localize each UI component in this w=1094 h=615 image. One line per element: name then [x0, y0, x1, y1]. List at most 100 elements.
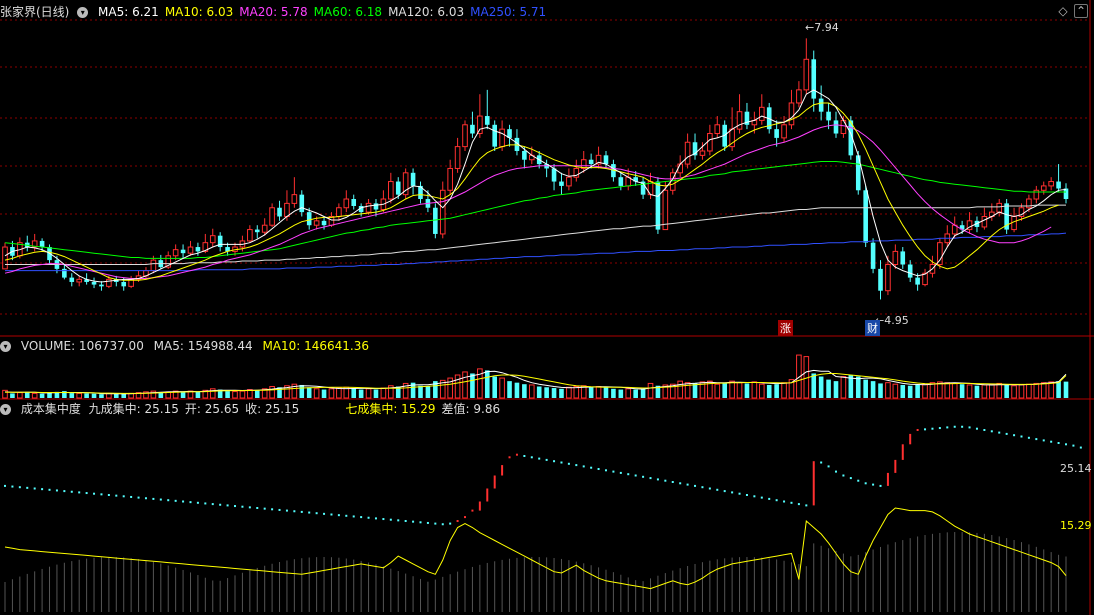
cost90-dot: [167, 499, 170, 502]
diamond-icon[interactable]: ◇: [1056, 4, 1070, 18]
cost90-dot: [152, 497, 155, 500]
ma-indicator-2: MA20: 5.78: [239, 5, 308, 19]
candle-body: [269, 207, 275, 226]
chevron-down-icon[interactable]: ▾: [0, 404, 11, 415]
collapse-button[interactable]: ⌃: [1074, 4, 1088, 18]
cost70-line: [4, 507, 1067, 590]
cost90-dot: [55, 489, 58, 492]
candle-body: [788, 102, 795, 126]
event-marker-zhang[interactable]: 涨: [778, 320, 793, 336]
cost90-dot: [938, 427, 941, 430]
cost90-dot: [1020, 435, 1023, 438]
volume-bar: [47, 392, 52, 398]
volume-bar: [907, 385, 913, 398]
volume-ma10: MA10: 146641.36: [262, 339, 370, 353]
volume-bar: [603, 387, 609, 398]
candlestick-series: [2, 38, 1069, 300]
volume-bar: [989, 383, 995, 399]
candle-body: [69, 277, 75, 282]
cost90-dot: [100, 493, 103, 496]
cost90-dot: [426, 521, 429, 524]
cost90-dot: [70, 490, 73, 493]
candle-body: [492, 124, 497, 147]
ma-indicator-4: MA120: 6.03: [388, 5, 465, 19]
cost90-dot: [753, 495, 756, 498]
volume-bar: [996, 382, 1003, 399]
volume-bar: [380, 387, 387, 399]
cost90-dot: [515, 453, 518, 456]
cost90-dot: [382, 518, 385, 521]
candle-body: [811, 59, 817, 99]
chevron-down-icon[interactable]: ▾: [0, 341, 11, 352]
event-marker-cai[interactable]: 财: [865, 320, 880, 336]
candle-body: [433, 207, 438, 234]
volume-bar: [892, 383, 899, 399]
high-price-label: ←7.94: [805, 21, 839, 34]
cost90-dot: [434, 522, 437, 525]
cost90-dot: [159, 498, 162, 501]
cost90-dot: [464, 516, 467, 519]
cost90-dot: [285, 509, 288, 512]
cost90-dot: [144, 497, 147, 500]
volume-bar: [633, 389, 638, 398]
cost90-dot: [1050, 440, 1053, 443]
volume-bar: [751, 381, 758, 399]
cost90-dot: [857, 479, 860, 482]
volume-bar: [885, 382, 891, 399]
cost90-dot: [278, 508, 281, 511]
main-header: 张家界(日线) ▾ MA5: 6.21 MA10: 6.03 MA20: 5.78 M…: [0, 4, 558, 20]
volume-bar: [744, 383, 750, 398]
cost90-dot: [612, 470, 615, 473]
cost90-dot: [864, 482, 867, 485]
cost90-jump: [501, 465, 504, 476]
cost90-dot: [849, 477, 852, 480]
cost90-dot: [797, 503, 800, 506]
chevron-down-icon[interactable]: ▾: [77, 7, 89, 18]
volume-bar: [10, 393, 15, 398]
candle-body: [321, 220, 327, 226]
cost90-dot: [567, 462, 570, 465]
candle-body: [284, 202, 290, 217]
cost90-dot: [634, 474, 637, 477]
ma-indicator-3: MA60: 6.18: [313, 5, 383, 19]
candle-body: [477, 115, 483, 135]
volume-bar: [225, 391, 230, 398]
volume-bar: [573, 386, 580, 399]
volume-bar: [91, 393, 97, 398]
candle-body: [106, 278, 112, 287]
volume-bar: [195, 391, 201, 398]
cost-header: ▾ 成本集中度 九成集中: 25.15 开: 25.65 收: 25.15 七成集中:…: [0, 401, 512, 417]
candle-body: [277, 207, 282, 217]
volume-bars: [2, 354, 1069, 399]
volume-bar: [551, 388, 557, 398]
volume-bar: [647, 382, 654, 399]
cost90-dot: [879, 484, 882, 487]
volume-bar: [966, 384, 973, 399]
volume-bar: [863, 379, 868, 398]
cost90-dot: [553, 460, 556, 463]
volume-bar: [528, 384, 535, 399]
cost90-dot: [389, 518, 392, 521]
volume-bar: [76, 392, 82, 399]
cost70-right-label: 15.29: [1060, 519, 1092, 532]
volume-bar: [425, 386, 431, 398]
cost90-dot: [18, 486, 21, 489]
cost90-dot: [1065, 443, 1067, 446]
cost90-dot: [48, 488, 51, 491]
cost90-dot: [760, 496, 763, 499]
volume-bar: [373, 389, 379, 398]
cost90-dot: [189, 501, 192, 504]
cost90-jump: [493, 475, 496, 489]
cost90-jump: [812, 461, 815, 506]
volume-bar: [618, 389, 624, 398]
cost90-dot: [775, 499, 778, 502]
cost90-dot: [1079, 446, 1082, 449]
volume-bar: [944, 382, 951, 399]
volume-bar: [269, 386, 275, 399]
cost90-dot: [649, 477, 652, 480]
candle-body: [172, 249, 179, 257]
cost90-dot: [196, 501, 199, 504]
candle-body: [551, 168, 557, 182]
candle-body: [195, 247, 201, 252]
cost90-dot: [946, 426, 949, 429]
